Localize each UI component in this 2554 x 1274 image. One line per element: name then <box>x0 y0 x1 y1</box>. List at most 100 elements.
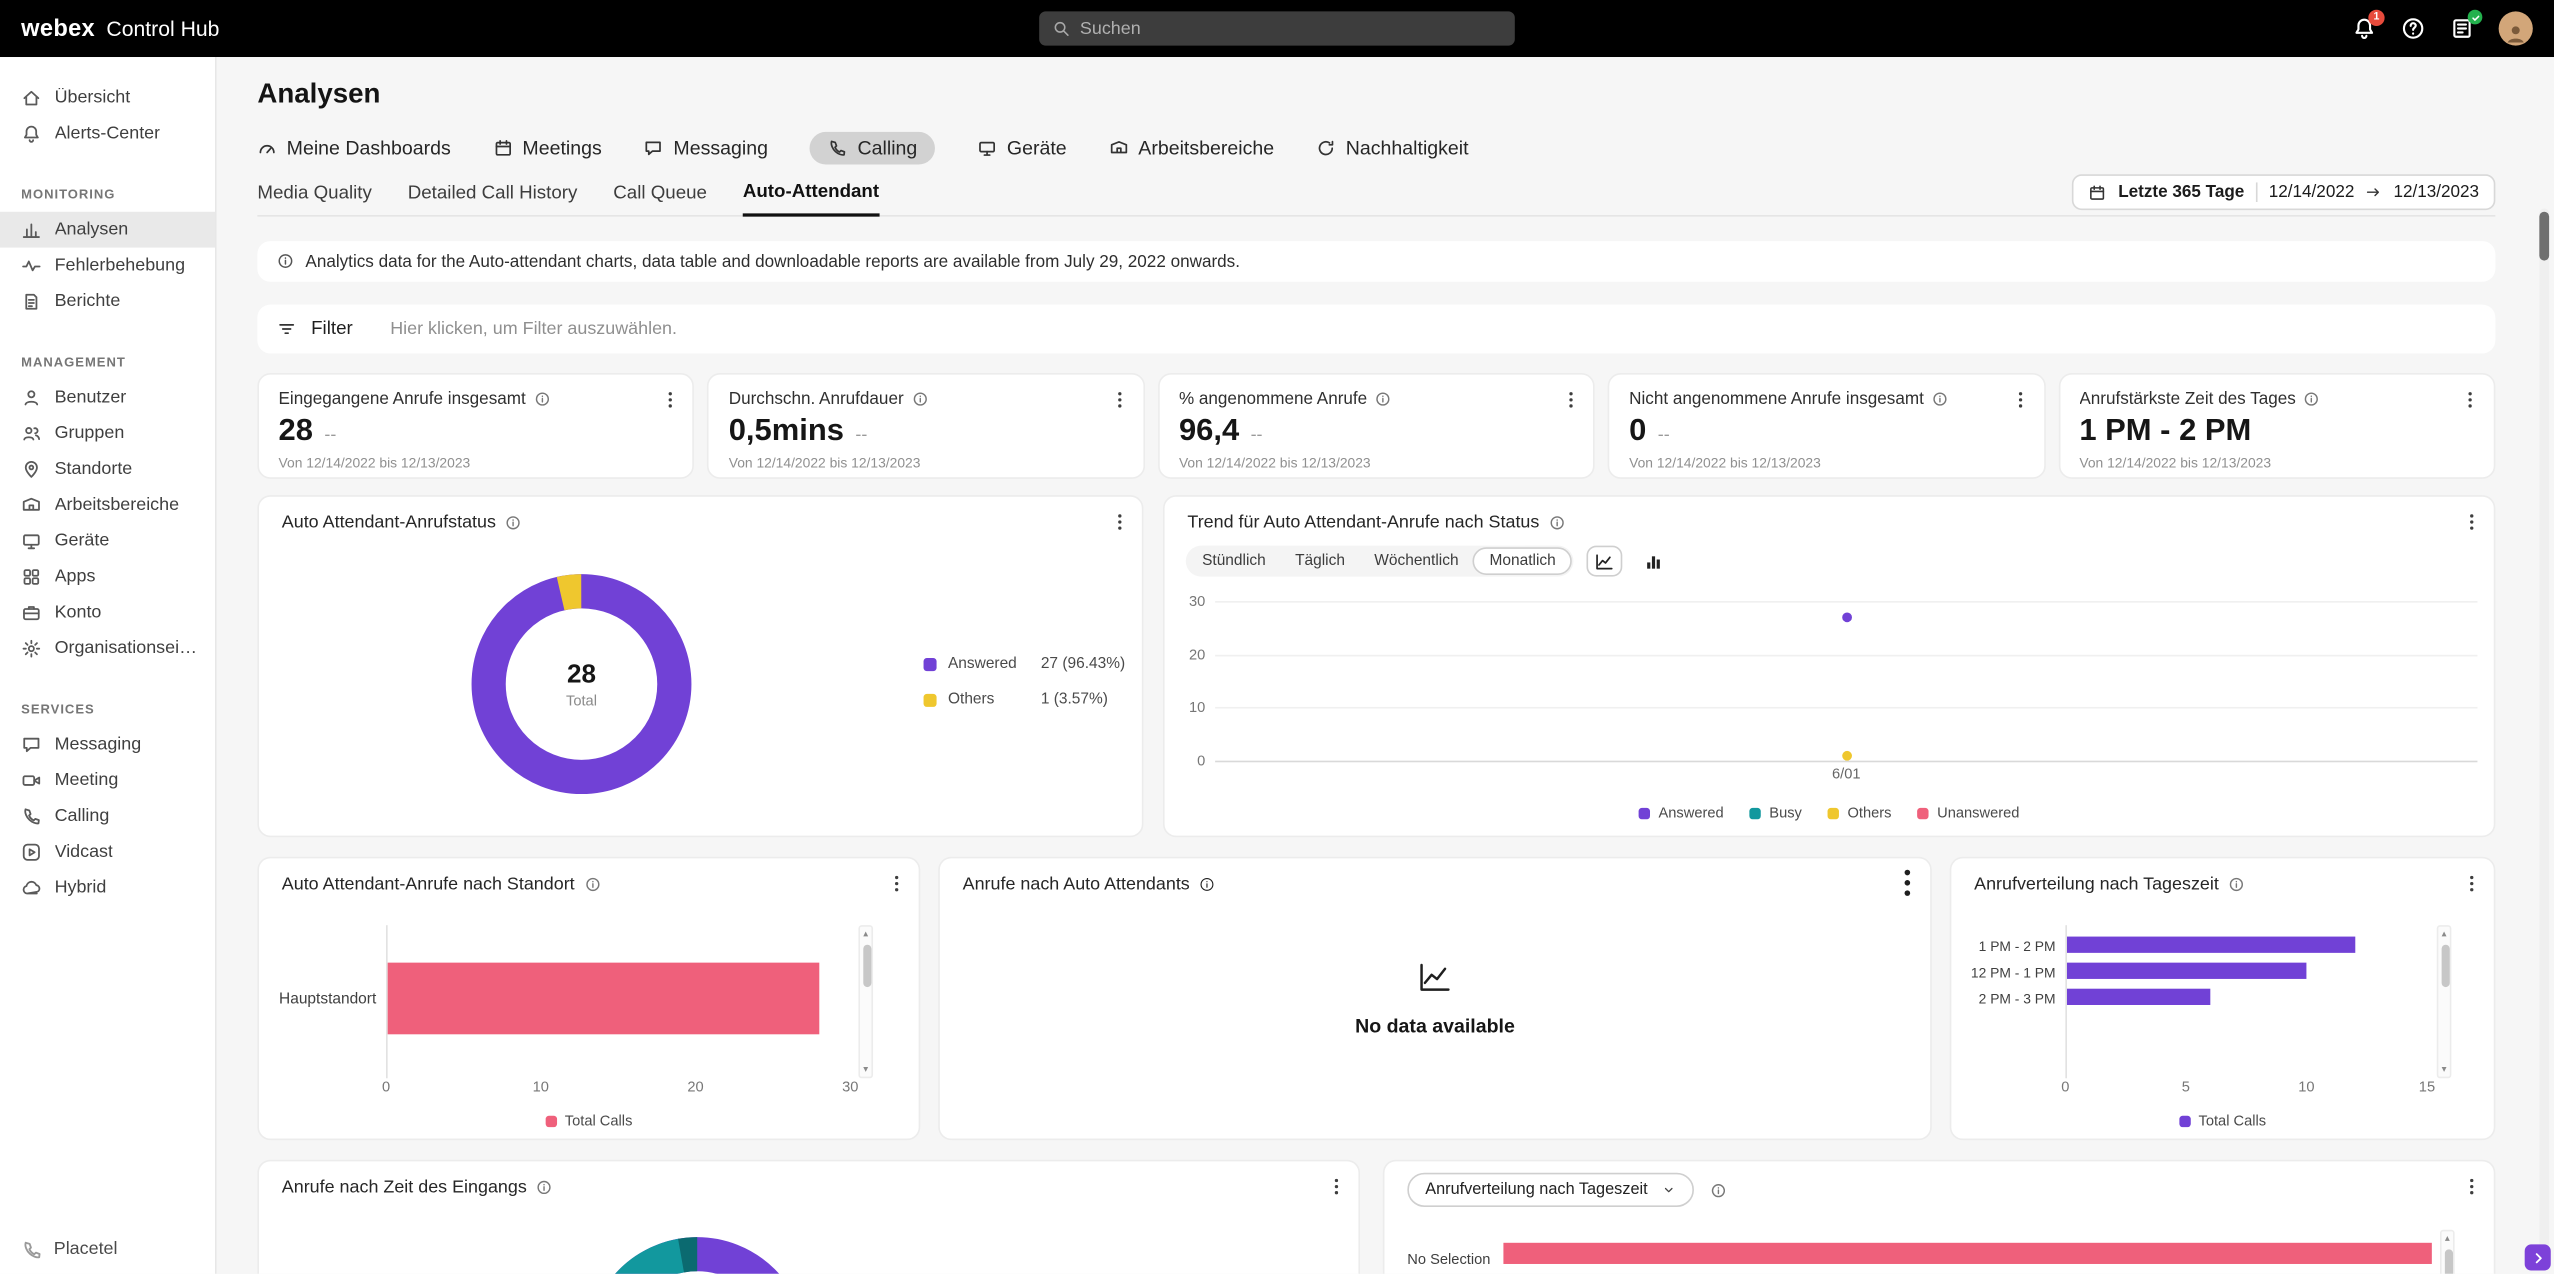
subtab-auto-attendant[interactable]: Auto-Attendant <box>743 182 879 216</box>
info-icon[interactable] <box>537 1179 553 1195</box>
line-chart-type-button[interactable] <box>1587 546 1623 577</box>
start-date[interactable]: 12/14/2022 <box>2269 182 2355 202</box>
chart-scrollbar[interactable]: ▴ <box>2440 1230 2455 1274</box>
end-date[interactable]: 12/13/2023 <box>2393 182 2479 202</box>
bar-hauptstandort[interactable] <box>388 963 820 1035</box>
data-point-others[interactable] <box>1841 750 1851 760</box>
bar-12pm-1pm[interactable] <box>2067 963 2307 979</box>
card-menu-button[interactable] <box>2458 1173 2484 1199</box>
chart-scrollbar[interactable]: ▴ ▾ <box>858 925 873 1078</box>
sidebar-item-geraete[interactable]: Geräte <box>0 523 215 559</box>
kpi-menu-button[interactable] <box>1107 386 1133 412</box>
sidebar-item-hybrid[interactable]: Hybrid <box>0 870 215 906</box>
toggle-woechentlich[interactable]: Wöchentlich <box>1360 547 1474 575</box>
sidebar-item-analysen[interactable]: Analysen <box>0 212 215 248</box>
toggle-stuendlich[interactable]: Stündlich <box>1187 547 1280 575</box>
sidebar-footer-placetel[interactable]: Placetel <box>0 1225 215 1274</box>
placetel-label: Placetel <box>54 1240 118 1260</box>
tab-arbeitsbereiche[interactable]: Arbeitsbereiche <box>1109 137 1274 160</box>
card-title: Auto Attendant-Anrufstatus <box>282 513 496 533</box>
card-menu-button[interactable] <box>1894 870 1920 896</box>
data-point-answered[interactable] <box>1841 612 1851 622</box>
kpi-menu-button[interactable] <box>657 386 683 412</box>
filter-placeholder[interactable]: Hier klicken, um Filter auszuwählen. <box>390 319 677 339</box>
help-button[interactable] <box>2401 16 2425 40</box>
sidebar-item-organisationseinstellungen[interactable]: Organisationseinstellun... <box>0 630 215 666</box>
toggle-monatlich[interactable]: Monatlich <box>1473 547 1572 575</box>
bar-chart-type-button[interactable] <box>1636 546 1672 577</box>
kpi-answered-percent: % angenommene Anrufe 96,4-- Von 12/14/20… <box>1158 373 1595 479</box>
scroll-thumb[interactable] <box>2441 945 2449 987</box>
date-preset: Letzte 365 Tage <box>2118 182 2244 202</box>
sidebar-item-benutzer[interactable]: Benutzer <box>0 380 215 416</box>
tab-meetings[interactable]: Meetings <box>493 137 602 160</box>
card-menu-button[interactable] <box>1106 508 1132 534</box>
sidebar-item-arbeitsbereiche[interactable]: Arbeitsbereiche <box>0 487 215 523</box>
subtab-call-queue[interactable]: Call Queue <box>613 184 707 215</box>
page-scrollbar[interactable] <box>2539 208 2549 1263</box>
scroll-down-arrow[interactable]: ▾ <box>860 1062 871 1077</box>
distribution-select[interactable]: Anrufverteilung nach Tageszeit <box>1407 1173 1693 1207</box>
kpi-menu-button[interactable] <box>2458 386 2484 412</box>
tab-messaging[interactable]: Messaging <box>644 137 768 160</box>
info-icon[interactable] <box>506 515 522 531</box>
whats-new-button[interactable] <box>2450 16 2474 40</box>
bar-no-selection[interactable] <box>1503 1243 2431 1264</box>
sidebar-item-alerts-center[interactable]: Alerts-Center <box>0 116 215 152</box>
kpi-menu-button[interactable] <box>1557 386 1583 412</box>
tab-calling[interactable]: Calling <box>810 132 935 165</box>
info-icon[interactable] <box>1932 391 1948 407</box>
sidebar-item-messaging[interactable]: Messaging <box>0 726 215 762</box>
sidebar-item-calling[interactable]: Calling <box>0 798 215 834</box>
sidebar-item-gruppen[interactable]: Gruppen <box>0 415 215 451</box>
tab-meine-dashboards[interactable]: Meine Dashboards <box>257 137 450 160</box>
toggle-taeglich[interactable]: Täglich <box>1280 547 1359 575</box>
card-menu-button[interactable] <box>2458 870 2484 896</box>
info-icon[interactable] <box>1200 876 1216 892</box>
info-icon[interactable] <box>584 876 600 892</box>
user-avatar[interactable] <box>2499 11 2533 45</box>
kpi-menu-button[interactable] <box>2008 386 2034 412</box>
scroll-down-arrow[interactable]: ▾ <box>2438 1062 2449 1077</box>
cloud-icon <box>21 878 41 898</box>
search-input[interactable] <box>1080 19 1502 39</box>
info-icon[interactable] <box>1549 515 1565 531</box>
sidebar-item-uebersicht[interactable]: Übersicht <box>0 80 215 116</box>
global-search[interactable] <box>1039 11 1515 45</box>
chart-scrollbar[interactable]: ▴ ▾ <box>2437 925 2452 1078</box>
card-menu-button[interactable] <box>2458 508 2484 534</box>
corner-expand-button[interactable] <box>2525 1244 2551 1270</box>
info-icon[interactable] <box>1375 391 1391 407</box>
sidebar-item-vidcast[interactable]: Vidcast <box>0 834 215 870</box>
card-menu-button[interactable] <box>883 870 909 896</box>
sidebar-item-meeting[interactable]: Meeting <box>0 762 215 798</box>
info-icon[interactable] <box>2229 876 2245 892</box>
legend-swatch <box>545 1115 556 1126</box>
scroll-up-arrow[interactable]: ▴ <box>2438 927 2449 942</box>
info-icon[interactable] <box>534 391 550 407</box>
tab-geraete[interactable]: Geräte <box>978 137 1067 160</box>
notifications-button[interactable]: 1 <box>2352 16 2376 40</box>
subtab-detailed-call-history[interactable]: Detailed Call History <box>408 184 578 215</box>
subtab-media-quality[interactable]: Media Quality <box>257 184 372 215</box>
sidebar-item-apps[interactable]: Apps <box>0 559 215 595</box>
divider <box>2256 182 2258 202</box>
filter-bar[interactable]: Filter Hier klicken, um Filter auszuwähl… <box>257 305 2495 354</box>
bar-2pm-3pm[interactable] <box>2067 989 2211 1005</box>
scroll-thumb[interactable] <box>2444 1249 2452 1273</box>
info-icon[interactable] <box>2304 391 2320 407</box>
date-range-picker[interactable]: Letzte 365 Tage 12/14/2022 12/13/2023 <box>2073 174 2496 210</box>
bar-1pm-2pm[interactable] <box>2067 937 2355 953</box>
sidebar-item-konto[interactable]: Konto <box>0 595 215 631</box>
scroll-up-arrow[interactable]: ▴ <box>2442 1231 2453 1246</box>
sidebar-item-standorte[interactable]: Standorte <box>0 451 215 487</box>
tab-nachhaltigkeit[interactable]: Nachhaltigkeit <box>1316 137 1468 160</box>
scroll-thumb[interactable] <box>862 945 870 987</box>
page-scroll-thumb[interactable] <box>2539 212 2549 261</box>
info-icon[interactable] <box>912 391 928 407</box>
scroll-up-arrow[interactable]: ▴ <box>860 927 871 942</box>
sidebar-item-berichte[interactable]: Berichte <box>0 283 215 319</box>
sidebar-item-fehlerbehebung[interactable]: Fehlerbehebung <box>0 248 215 284</box>
card-menu-button[interactable] <box>1323 1173 1349 1199</box>
info-icon[interactable] <box>1710 1182 1726 1198</box>
